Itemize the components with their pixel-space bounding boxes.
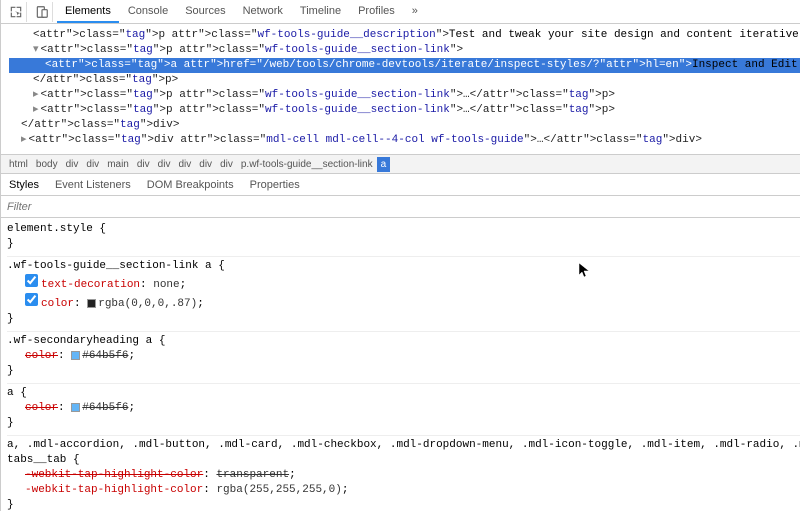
dom-tree[interactable]: <attr">class="tag">p attr">class="wf-too… xyxy=(1,24,800,154)
main-tabs: Elements Console Sources Network Timelin… xyxy=(57,1,800,23)
tab-timeline[interactable]: Timeline xyxy=(292,1,349,23)
styles-pane: Styles Event Listeners DOM Breakpoints P… xyxy=(1,174,800,511)
breadcrumb-item[interactable]: div xyxy=(62,157,83,172)
filter-row: :hov ◆ .cls + ⋮ xyxy=(1,196,800,218)
tab-elements[interactable]: Elements xyxy=(57,1,119,23)
breadcrumb-item[interactable]: div xyxy=(82,157,103,172)
breadcrumb-item[interactable]: html xyxy=(5,157,32,172)
tab-console[interactable]: Console xyxy=(120,1,176,23)
tab-network[interactable]: Network xyxy=(235,1,291,23)
breadcrumb-item[interactable]: div xyxy=(216,157,237,172)
breadcrumb-item[interactable]: p.wf-tools-guide__section-link xyxy=(237,157,377,172)
breadcrumb-item[interactable]: div xyxy=(133,157,154,172)
breadcrumb[interactable]: htmlbodydivdivmaindivdivdivdivdivp.wf-to… xyxy=(1,154,800,174)
tab-overflow[interactable]: » xyxy=(404,1,426,23)
breadcrumb-item[interactable]: div xyxy=(174,157,195,172)
breadcrumb-item[interactable]: div xyxy=(154,157,175,172)
subtab-styles[interactable]: Styles xyxy=(1,175,47,195)
breadcrumb-item[interactable]: a xyxy=(377,157,391,172)
device-toggle-icon[interactable] xyxy=(31,2,53,22)
subtab-properties[interactable]: Properties xyxy=(242,175,308,195)
css-rules[interactable]: element.style {}.wf-tools-guide__section… xyxy=(1,218,800,511)
breadcrumb-item[interactable]: body xyxy=(32,157,62,172)
breadcrumb-item[interactable]: main xyxy=(103,157,133,172)
sub-tabs: Styles Event Listeners DOM Breakpoints P… xyxy=(1,174,800,196)
inspect-icon[interactable] xyxy=(5,2,27,22)
tab-sources[interactable]: Sources xyxy=(177,1,233,23)
breadcrumb-item[interactable]: div xyxy=(195,157,216,172)
tab-profiles[interactable]: Profiles xyxy=(350,1,403,23)
devtools-toolbar: Elements Console Sources Network Timelin… xyxy=(1,0,800,24)
devtools-panel: Elements Console Sources Network Timelin… xyxy=(1,0,800,511)
subtab-dombreakpoints[interactable]: DOM Breakpoints xyxy=(139,175,242,195)
filter-input[interactable] xyxy=(7,201,800,213)
subtab-eventlisteners[interactable]: Event Listeners xyxy=(47,175,139,195)
